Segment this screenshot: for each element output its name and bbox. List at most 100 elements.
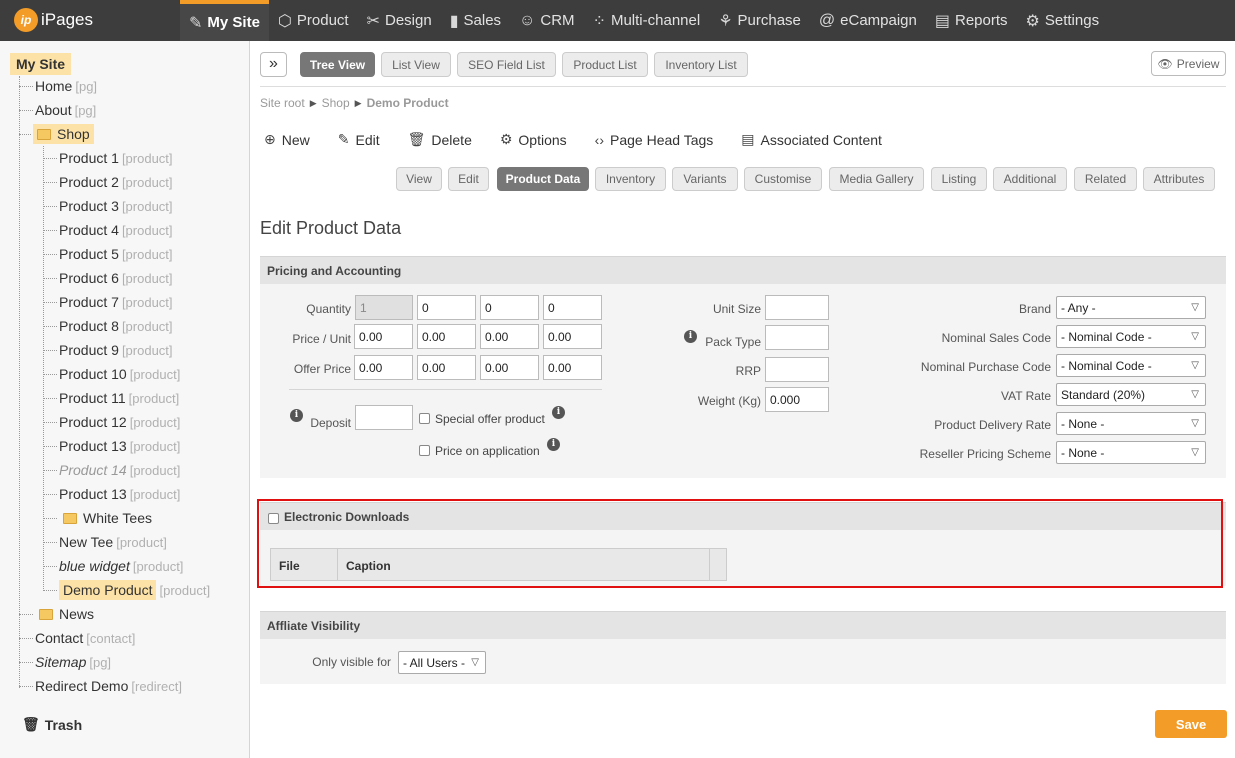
info-icon[interactable]: i xyxy=(552,406,565,419)
tree-item-product[interactable]: Product 11 [product] xyxy=(43,388,179,408)
nominal-purchase-select[interactable]: - Nominal Code - ▽ xyxy=(1056,354,1206,377)
nav-crm[interactable]: ☺ CRM xyxy=(510,0,584,41)
expand-sidebar-button[interactable]: » xyxy=(260,52,287,77)
delete-button[interactable]: 🗑 Delete xyxy=(408,131,472,148)
tree-item-product[interactable]: Product 13 [product] xyxy=(43,484,180,504)
tree-item-product[interactable]: Product 6 [product] xyxy=(43,268,173,288)
tree-item-product[interactable]: Product 12 [product] xyxy=(43,412,180,432)
nav-settings[interactable]: ⚙ Settings xyxy=(1017,0,1109,41)
breadcrumb-item[interactable]: Site root xyxy=(260,96,305,110)
tree-item-product[interactable]: Product 13 [product] xyxy=(43,436,180,456)
nav-multi-channel[interactable]: ⁘ Multi-channel xyxy=(584,0,710,41)
tree-item-contact[interactable]: Contact [contact] xyxy=(19,628,135,648)
tree-item-shop[interactable]: Shop xyxy=(19,124,94,144)
delivery-rate-select[interactable]: - None - ▽ xyxy=(1056,412,1206,435)
app-logo[interactable]: ip iPages xyxy=(14,8,93,32)
price-unit-field-4[interactable]: 0.00 xyxy=(543,324,602,349)
action-label: Options xyxy=(518,131,567,148)
tree-item-home[interactable]: Home [pg] xyxy=(19,76,97,96)
subtab-edit[interactable]: Edit xyxy=(448,167,489,191)
reseller-pricing-select[interactable]: - None - ▽ xyxy=(1056,441,1206,464)
tree-item-product[interactable]: Product 2 [product] xyxy=(43,172,173,192)
quantity-field-2[interactable]: 0 xyxy=(417,295,476,320)
options-button[interactable]: ⚙ Options xyxy=(500,131,567,148)
unit-size-field[interactable] xyxy=(765,295,829,320)
page-head-tags-button[interactable]: ‹› Page Head Tags xyxy=(595,131,714,148)
tab-product-list[interactable]: Product List xyxy=(562,52,648,77)
weight-field[interactable]: 0.000 xyxy=(765,387,829,412)
quantity-field-3[interactable]: 0 xyxy=(480,295,539,320)
offer-price-field-3[interactable]: 0.00 xyxy=(480,355,539,380)
select-value: - Nominal Code - xyxy=(1061,329,1152,344)
tree-item-about[interactable]: About [pg] xyxy=(19,100,96,120)
tree-item-product[interactable]: Product 7 [product] xyxy=(43,292,173,312)
special-offer-checkbox[interactable] xyxy=(419,413,430,424)
nav-sales[interactable]: ▮ Sales xyxy=(441,0,510,41)
tab-tree-view[interactable]: Tree View xyxy=(300,52,375,77)
save-button[interactable]: Save xyxy=(1155,710,1227,738)
subtab-customise[interactable]: Customise xyxy=(744,167,822,191)
edit-button[interactable]: ✎ Edit xyxy=(338,131,380,148)
nav-reports[interactable]: ▤ Reports xyxy=(926,0,1017,41)
tree-item-product[interactable]: Product 5 [product] xyxy=(43,244,173,264)
offer-price-field-4[interactable]: 0.00 xyxy=(543,355,602,380)
tree-label: Product 8 xyxy=(59,318,119,334)
associated-content-button[interactable]: ▤ Associated Content xyxy=(741,131,882,148)
offer-price-field-2[interactable]: 0.00 xyxy=(417,355,476,380)
tree-item-new-tee[interactable]: New Tee [product] xyxy=(43,532,167,552)
quantity-field-4[interactable]: 0 xyxy=(543,295,602,320)
price-on-application-checkbox[interactable] xyxy=(419,445,430,456)
tree-root-my-site[interactable]: My Site xyxy=(10,53,72,75)
preview-button[interactable]: 👁 Preview xyxy=(1151,51,1226,76)
tree-item-product[interactable]: Product 8 [product] xyxy=(43,316,173,336)
visible-for-select[interactable]: - All Users - ▽ xyxy=(398,651,486,674)
tree-item-blue-widget[interactable]: blue widget [product] xyxy=(43,556,183,576)
trash-link[interactable]: 🗑 Trash xyxy=(22,716,82,733)
nav-label: Settings xyxy=(1044,12,1100,29)
tree-item-product[interactable]: Product 3 [product] xyxy=(43,196,173,216)
rrp-field[interactable] xyxy=(765,357,829,382)
breadcrumb-item[interactable]: Shop xyxy=(322,96,350,110)
price-unit-field-3[interactable]: 0.00 xyxy=(480,324,539,349)
deposit-field[interactable] xyxy=(355,405,413,430)
nav-my-site[interactable]: ✎ My Site xyxy=(180,0,269,41)
subtab-variants[interactable]: Variants xyxy=(672,167,738,191)
nav-label: Design xyxy=(385,12,432,29)
subtab-view[interactable]: View xyxy=(396,167,442,191)
select-value: Standard (20%) xyxy=(1061,387,1146,402)
offer-price-field-1[interactable]: 0.00 xyxy=(354,355,413,380)
nav-purchase[interactable]: ⚘ Purchase xyxy=(709,0,810,41)
tree-item-product[interactable]: Product 9 [product] xyxy=(43,340,173,360)
nominal-sales-select[interactable]: - Nominal Code - ▽ xyxy=(1056,325,1206,348)
nav-ecampaign[interactable]: @ eCampaign xyxy=(810,0,926,41)
tab-inventory-list[interactable]: Inventory List xyxy=(654,52,748,77)
price-unit-field-1[interactable]: 0.00 xyxy=(354,324,413,349)
vat-rate-select[interactable]: Standard (20%) ▽ xyxy=(1056,383,1206,406)
tree-item-sitemap[interactable]: Sitemap [pg] xyxy=(19,652,111,672)
nav-design[interactable]: ✂ Design xyxy=(358,0,441,41)
tab-list-view[interactable]: List View xyxy=(381,52,451,77)
subtab-product-data[interactable]: Product Data xyxy=(497,167,589,191)
subtab-listing[interactable]: Listing xyxy=(931,167,987,191)
tree-item-white-tees[interactable]: White Tees xyxy=(43,508,152,528)
subtab-media-gallery[interactable]: Media Gallery xyxy=(829,167,924,191)
subtab-related[interactable]: Related xyxy=(1074,167,1137,191)
breadcrumb-current: Demo Product xyxy=(366,96,449,110)
tree-item-news[interactable]: News xyxy=(19,604,94,624)
price-unit-field-2[interactable]: 0.00 xyxy=(417,324,476,349)
new-button[interactable]: ⊕ New xyxy=(264,131,310,148)
subtab-additional[interactable]: Additional xyxy=(993,167,1067,191)
subtab-attributes[interactable]: Attributes xyxy=(1143,167,1215,191)
subtab-inventory[interactable]: Inventory xyxy=(595,167,666,191)
tab-seo-field-list[interactable]: SEO Field List xyxy=(457,52,556,77)
brand-select[interactable]: - Any - ▽ xyxy=(1056,296,1206,319)
tree-item-product[interactable]: Product 10 [product] xyxy=(43,364,180,384)
nav-product[interactable]: ⬡ Product xyxy=(269,0,358,41)
pack-type-field[interactable] xyxy=(765,325,829,350)
tree-item-product[interactable]: Product 4 [product] xyxy=(43,220,173,240)
tree-item-product-hidden[interactable]: Product 14 [product] xyxy=(43,460,180,480)
info-icon[interactable]: i xyxy=(547,438,560,451)
tree-item-demo-product[interactable]: Demo Product [product] xyxy=(43,580,210,600)
tree-item-product[interactable]: Product 1 [product] xyxy=(43,148,173,168)
tree-item-redirect-demo[interactable]: Redirect Demo [redirect] xyxy=(19,676,182,696)
